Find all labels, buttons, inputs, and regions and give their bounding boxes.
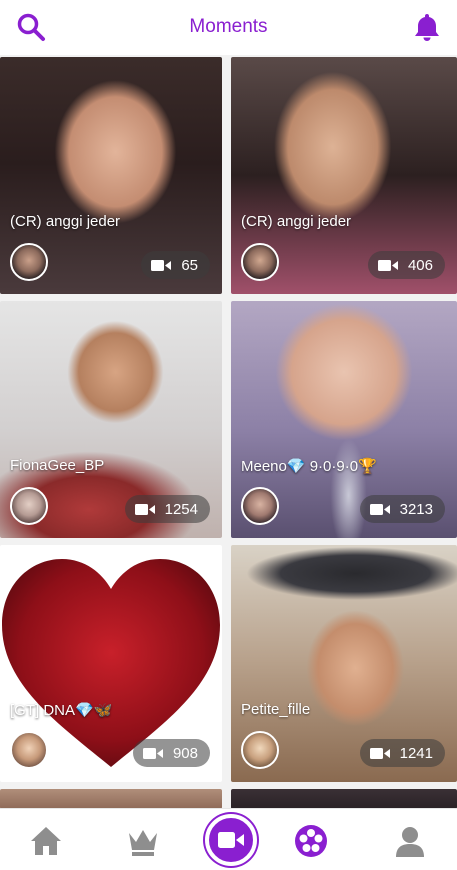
broadcaster-name: (CR) anggi jeder [241,213,352,230]
video-count-badge: 65 [141,251,210,279]
go-live-button[interactable] [205,814,257,866]
video-camera-icon [369,503,390,515]
video-camera-icon [134,503,155,515]
bell-icon[interactable] [412,12,442,42]
moment-card[interactable]: Petite_fille 1241 [231,545,457,782]
avatar[interactable] [10,487,48,525]
video-camera-icon [151,259,172,271]
video-count-badge: 1254 [124,495,210,523]
moment-photo [0,789,222,808]
moment-card[interactable]: [GT] DNA💎🦋 908 [0,545,222,782]
video-camera-icon [377,259,398,271]
broadcaster-name: FionaGee_BP [10,457,105,474]
moment-card[interactable]: Meeno💎 9·0·9·0🏆 3213 [231,301,457,538]
page-title: Moments [189,16,268,37]
video-count: 65 [181,256,198,274]
moment-photo [231,789,457,808]
broadcaster-name: [GT] DNA💎🦋 [10,702,113,719]
film-reel-icon[interactable] [293,823,329,859]
avatar[interactable] [10,243,48,281]
moments-grid: (CR) anggi jeder 65 (CR) anggi jeder 406… [0,55,457,808]
video-camera-icon [369,747,390,759]
avatar[interactable] [241,731,279,769]
moment-card[interactable]: (CR) anggi jeder 406 [231,57,457,294]
moments-screen: Moments (CR) anggi jeder 65 (CR) anggi j… [0,0,457,870]
video-count-badge: 1241 [359,739,445,767]
video-count: 908 [172,744,198,762]
video-count: 3213 [399,500,433,518]
avatar[interactable] [241,243,279,281]
video-count-badge: 3213 [359,495,445,523]
home-icon[interactable] [28,823,64,859]
avatar[interactable] [241,487,279,525]
broadcaster-name: Petite_fille [241,701,311,718]
moment-card[interactable] [0,789,222,808]
crown-icon[interactable] [125,823,161,859]
video-count-badge: 406 [367,251,445,279]
video-count: 1241 [399,744,433,762]
moment-card[interactable] [231,789,457,808]
avatar[interactable] [10,731,48,769]
profile-icon[interactable] [392,823,428,859]
video-camera-icon [142,747,163,759]
broadcaster-name: (CR) anggi jeder [10,213,121,230]
moment-card[interactable]: (CR) anggi jeder 65 [0,57,222,294]
video-count-badge: 908 [132,739,210,767]
moment-card[interactable]: FionaGee_BP 1254 [0,301,222,538]
top-bar: Moments [0,0,457,55]
video-count: 406 [407,256,433,274]
video-count: 1254 [164,500,198,518]
bottom-nav [0,808,457,870]
video-camera-icon [218,832,244,848]
broadcaster-name: Meeno💎 9·0·9·0🏆 [241,458,377,475]
